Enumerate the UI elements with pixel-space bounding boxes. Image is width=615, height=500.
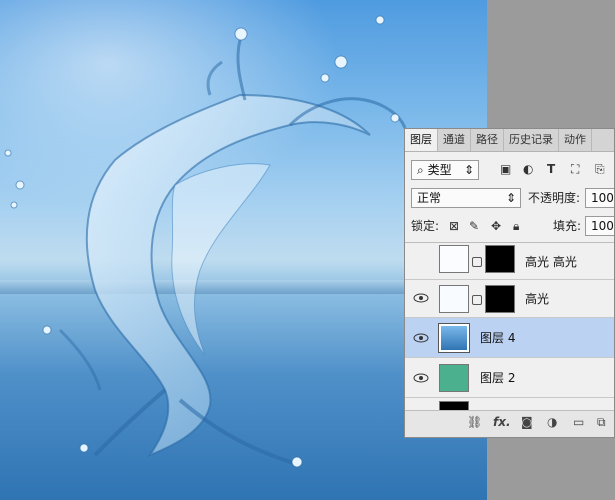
dropdown-arrow-icon: ⇕	[463, 163, 474, 177]
blend-mode-value: 正常	[417, 191, 442, 205]
lock-position-icon[interactable]: ✥	[491, 216, 501, 236]
layer-name: 图层 2	[480, 371, 516, 385]
chain-link-icon	[472, 295, 482, 305]
layers-list: 高光 高光 高光 图层 4 图层 2	[405, 242, 614, 415]
opacity-label: 不透明度:	[528, 191, 581, 205]
layer-row[interactable]: 图层 2	[405, 357, 614, 397]
layer-thumbnail	[439, 285, 469, 313]
smartobject-filter-icon[interactable]: ⎘	[595, 159, 605, 179]
lock-label: 锁定:	[411, 219, 440, 233]
filter-row: ⌕ 类型 ⇕ ▣ ◐ T ⛶ ⎘	[405, 159, 614, 181]
mask-icon[interactable]: ◙	[521, 415, 533, 429]
opacity-field[interactable]: 100%	[585, 188, 614, 208]
layer-row-selected[interactable]: 图层 4	[405, 317, 614, 357]
lock-all-icon[interactable]: 🔒︎	[513, 216, 519, 236]
fill-field[interactable]: 100%	[585, 216, 614, 236]
visibility-eye-icon[interactable]	[413, 370, 429, 386]
new-layer-icon[interactable]: ⧉	[597, 415, 606, 430]
layer-row[interactable]: 高光	[405, 279, 614, 317]
layer-thumbnail	[439, 245, 469, 273]
layers-panel: 图层 通道 路径 历史记录 动作 ⌕ 类型 ⇕ ▣ ◐ T ⛶ ⎘ 正常 ⇕ 不…	[404, 128, 615, 438]
shape-filter-icon[interactable]: ⛶	[571, 159, 579, 179]
fill-label: 填充:	[553, 219, 582, 233]
layer-row[interactable]: 高光 高光	[405, 243, 614, 279]
tab-paths[interactable]: 路径	[471, 129, 504, 151]
lock-row: 锁定: ⊠ ✎ ✥ 🔒︎ 填充: 100%	[405, 215, 614, 237]
lock-pixels-icon[interactable]: ✎	[469, 216, 479, 236]
blend-mode-select[interactable]: 正常 ⇕	[411, 188, 521, 208]
layer-name: 图层 4	[480, 331, 516, 345]
tab-actions[interactable]: 动作	[559, 129, 592, 151]
layer-mask-thumbnail	[485, 245, 515, 273]
layer-name: 高光	[525, 292, 550, 306]
link-icon[interactable]: ⛓	[467, 415, 482, 429]
dropdown-arrow-icon: ⇕	[505, 191, 516, 205]
chain-link-icon	[472, 257, 482, 267]
visibility-eye-icon[interactable]	[413, 330, 429, 346]
layer-mask-thumbnail	[485, 285, 515, 313]
adjustment-icon[interactable]: ◑	[547, 415, 557, 429]
fx-icon[interactable]: fx.	[493, 415, 511, 429]
lock-transparent-icon[interactable]: ⊠	[449, 216, 459, 236]
panel-tabs: 图层 通道 路径 历史记录 动作	[405, 129, 614, 152]
tab-history[interactable]: 历史记录	[504, 129, 559, 151]
blend-row: 正常 ⇕ 不透明度: 100%	[405, 187, 614, 209]
layer-thumbnail	[438, 323, 470, 353]
visibility-eye-icon[interactable]	[413, 290, 429, 306]
type-filter-icon[interactable]: T	[547, 159, 555, 179]
filter-kind-label: 类型	[427, 163, 452, 177]
adjust-filter-icon[interactable]: ◐	[523, 159, 533, 179]
filter-kind-select[interactable]: ⌕ 类型 ⇕	[411, 160, 479, 180]
tab-channels[interactable]: 通道	[438, 129, 471, 151]
folder-icon[interactable]: ▭	[573, 415, 584, 429]
layer-name: 高光 高光	[525, 255, 577, 269]
search-icon: ⌕	[417, 163, 424, 177]
tab-layers[interactable]: 图层	[405, 129, 438, 151]
layers-toolbar: ⛓ fx. ◙ ◑ ▭ ⧉	[405, 410, 614, 437]
layer-thumbnail	[439, 364, 469, 392]
image-filter-icon[interactable]: ▣	[500, 159, 511, 179]
